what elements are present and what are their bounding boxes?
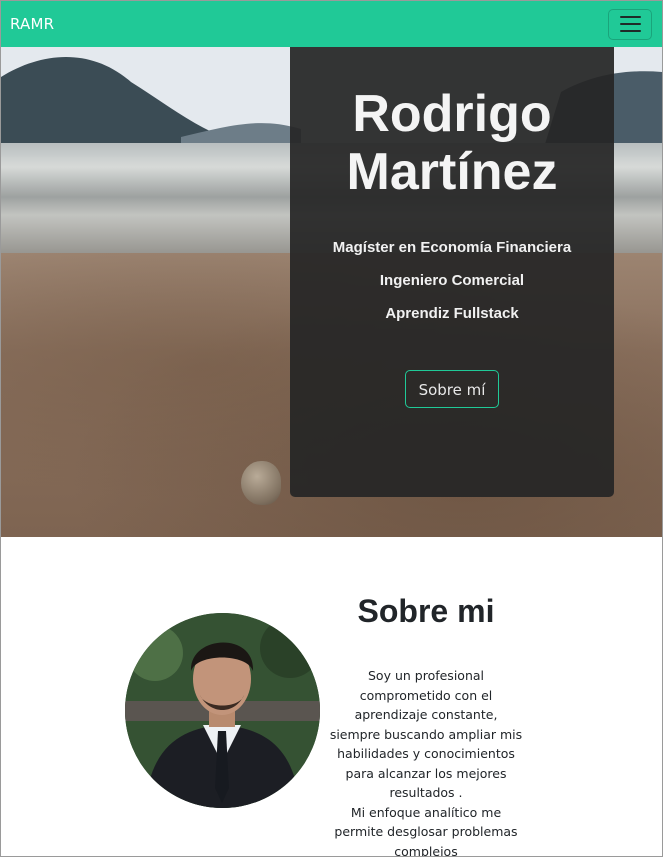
sobre-mi-button[interactable]: Sobre mí bbox=[404, 370, 500, 408]
about-title: Sobre mi bbox=[357, 593, 495, 629]
hamburger-menu-icon[interactable] bbox=[608, 8, 652, 40]
hero-name: Rodrigo Martínez bbox=[290, 85, 614, 201]
menu-bar-line bbox=[619, 16, 641, 18]
menu-bar-line bbox=[619, 23, 641, 25]
hero-subtitles: Magíster en Economía Financiera Ingenier… bbox=[290, 231, 614, 330]
navbar: RAMR bbox=[1, 1, 662, 47]
profile-photo-illustration bbox=[125, 613, 320, 808]
navbar-brand[interactable]: RAMR bbox=[10, 15, 54, 33]
about-description: Soy un profesional comprometido con el a… bbox=[329, 666, 523, 857]
hero-name-first: Rodrigo bbox=[352, 85, 552, 143]
hero-section: Rodrigo Martínez Magíster en Economía Fi… bbox=[1, 47, 662, 537]
profile-photo bbox=[125, 613, 320, 808]
rock bbox=[241, 461, 281, 505]
hero-subtitle: Ingeniero Comercial bbox=[379, 272, 525, 289]
hero-subtitle: Magíster en Economía Financiera bbox=[332, 239, 572, 256]
about-paragraph: Mi enfoque analítico me permite desglosa… bbox=[334, 804, 518, 857]
menu-bar-line bbox=[619, 30, 641, 32]
about-section: Sobre mi Soy un profesional comprometido… bbox=[1, 537, 662, 857]
page-frame: RAMR Rodrigo Martínez Magíster en Econom… bbox=[0, 0, 663, 857]
hero-card: Rodrigo Martínez Magíster en Economía Fi… bbox=[290, 47, 614, 497]
about-paragraph: Soy un profesional comprometido con el a… bbox=[329, 668, 523, 800]
hero-name-last: Martínez bbox=[346, 143, 558, 201]
hero-subtitle: Aprendiz Fullstack bbox=[385, 305, 519, 322]
